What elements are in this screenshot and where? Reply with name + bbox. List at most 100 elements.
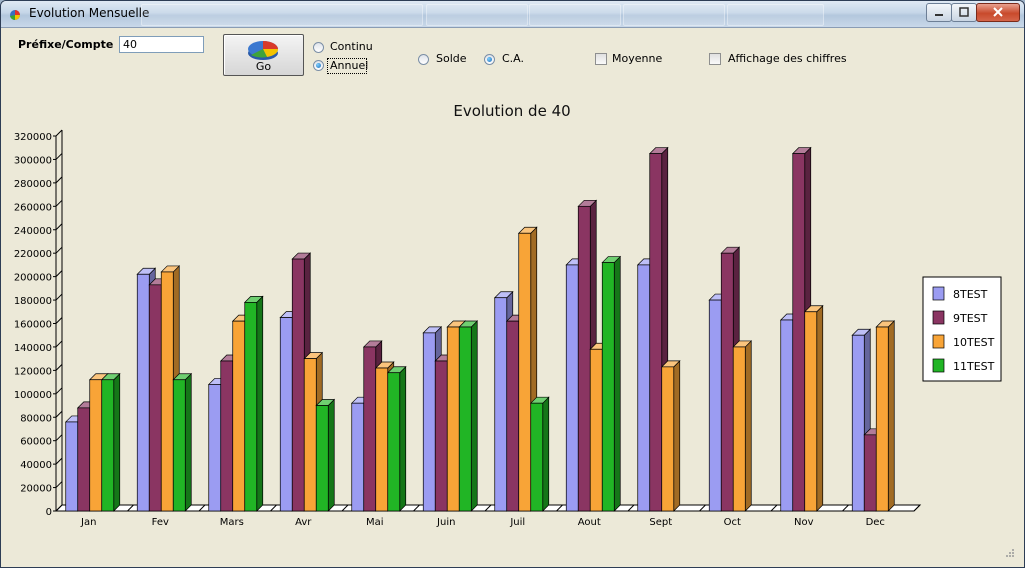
bar [89, 379, 103, 512]
bar-side [542, 396, 550, 512]
bar [434, 360, 448, 512]
bar [279, 317, 293, 512]
bar [518, 232, 532, 512]
bar [589, 348, 603, 512]
x-tick-label: Mars [220, 517, 244, 528]
bar [458, 326, 472, 512]
legend-swatch [932, 358, 945, 373]
y-tick-mark [55, 153, 63, 160]
y-tick-label: 280000 [14, 179, 52, 190]
x-tick-label: Aout [578, 517, 601, 528]
legend-swatch [932, 286, 945, 301]
bar [375, 367, 389, 512]
y-tick-label: 100000 [14, 390, 52, 401]
bar [244, 302, 258, 512]
bar [649, 153, 663, 512]
y-tick-mark [55, 199, 63, 207]
bar-side [399, 365, 407, 512]
y-tick-label: 300000 [14, 155, 52, 166]
legend-label: 8TEST [953, 288, 988, 301]
x-tick-label: Fev [152, 517, 169, 528]
bar [851, 334, 865, 512]
y-tick-mark [55, 364, 63, 371]
bar [863, 434, 877, 512]
bar [732, 346, 746, 512]
y-tick-mark [55, 410, 63, 418]
x-tick-label: Sept [649, 517, 672, 528]
bar [101, 379, 115, 512]
y-tick-mark [55, 481, 63, 488]
bar-side [256, 295, 264, 512]
bar-side [816, 304, 824, 512]
bar [494, 297, 508, 512]
bar [530, 402, 544, 512]
bar [792, 153, 806, 512]
bar [220, 360, 234, 512]
legend-swatch [932, 334, 945, 349]
y-tick-label: 120000 [14, 366, 52, 377]
bar-side [613, 255, 621, 512]
bar [148, 284, 162, 512]
y-tick-mark [55, 387, 63, 395]
bar-side [327, 398, 335, 512]
y-tick-label: 80000 [20, 413, 52, 424]
y-tick-mark [55, 223, 63, 231]
legend-label: 11TEST [953, 360, 995, 373]
y-tick-label: 0 [46, 507, 52, 518]
bar [65, 421, 79, 512]
bar-side [887, 320, 895, 512]
y-tick-mark [55, 317, 63, 324]
x-tick-label: Avr [295, 517, 312, 528]
bar [601, 262, 615, 512]
x-tick-label: Juil [509, 517, 525, 528]
bar [804, 311, 818, 512]
y-tick-label: 180000 [14, 296, 52, 307]
bar-side [744, 340, 752, 512]
bar [506, 320, 520, 512]
y-tick-label: 160000 [14, 320, 52, 331]
bar [446, 326, 460, 512]
y-tick-mark [55, 270, 63, 277]
bar [160, 271, 174, 512]
y-tick-label: 200000 [14, 273, 52, 284]
y-tick-label: 320000 [14, 132, 52, 143]
y-tick-mark [55, 434, 63, 442]
bar [232, 320, 246, 512]
y-tick-label: 140000 [14, 343, 52, 354]
bar [208, 384, 222, 512]
y-tick-label: 260000 [14, 202, 52, 213]
y-tick-mark [55, 129, 63, 137]
y-tick-mark [55, 176, 63, 184]
y-tick-mark [55, 293, 63, 301]
bar [422, 332, 436, 512]
x-tick-label: Oct [724, 517, 741, 528]
y-tick-label: 240000 [14, 226, 52, 237]
bar [363, 346, 377, 512]
y-tick-label: 40000 [20, 460, 52, 471]
bar [661, 366, 675, 512]
legend-label: 10TEST [953, 336, 995, 349]
bar [577, 205, 591, 512]
bar-side [113, 372, 121, 512]
bar [637, 264, 651, 512]
bar [780, 319, 794, 512]
bar [387, 372, 401, 512]
y-tick-label: 220000 [14, 249, 52, 260]
x-tick-label: Jan [80, 517, 96, 528]
x-tick-label: Nov [794, 517, 814, 528]
bar [720, 252, 734, 512]
bar [351, 402, 365, 512]
legend-label: 9TEST [953, 312, 988, 325]
bar [565, 264, 579, 512]
bar [875, 326, 889, 512]
bar-side [673, 360, 681, 512]
y-tick-mark [55, 246, 63, 254]
legend-swatch [932, 310, 945, 325]
y-tick-mark [55, 457, 63, 465]
x-tick-label: Dec [866, 517, 885, 528]
app-window: Evolution Mensuelle Préfixe/Compte 40 Go… [0, 0, 1025, 568]
bar-side [184, 372, 192, 512]
bar [315, 405, 329, 512]
bar [303, 358, 317, 512]
x-tick-label: Mai [366, 517, 384, 528]
